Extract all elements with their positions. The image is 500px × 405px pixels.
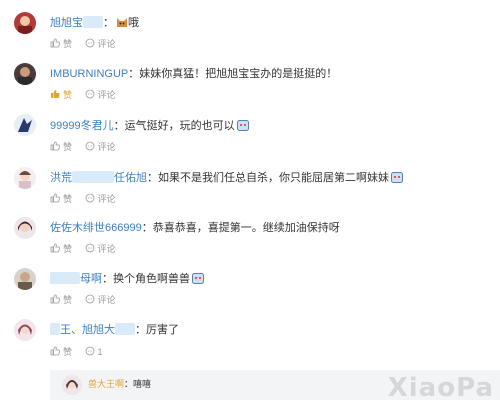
avatar[interactable] <box>62 375 82 395</box>
comment-text: 厉害了 <box>146 324 179 336</box>
like-button[interactable]: 赞 <box>50 193 72 205</box>
comment-text: 哦 <box>128 17 139 29</box>
comment-username-tail[interactable]: 任佑旭 <box>114 172 147 184</box>
comment-username[interactable]: 佐佐木绯世666999 <box>50 222 142 234</box>
emoji-icon <box>236 120 249 131</box>
like-button[interactable]: 赞 <box>50 243 72 255</box>
comment-text: 妹妹你真猛！把旭旭宝宝办的是挺挺的！ <box>139 68 338 80</box>
thumbs-up-icon <box>50 243 60 253</box>
thumbs-up-icon <box>50 346 60 356</box>
redacted-text <box>50 323 60 335</box>
thumbs-up-icon <box>50 141 60 151</box>
comment-username[interactable]: 旭旭宝 <box>50 17 83 29</box>
comment-icon <box>85 294 94 304</box>
reply-username[interactable]: 兽大王啊 <box>88 379 124 389</box>
comment-username[interactable]: 99999冬君儿 <box>50 120 114 132</box>
like-button[interactable]: 赞 <box>50 38 72 50</box>
redacted-text <box>50 272 80 284</box>
comment-username[interactable]: 洪荒 <box>50 172 72 184</box>
like-button[interactable]: 赞 <box>50 141 72 153</box>
comment-icon <box>85 141 94 151</box>
like-button[interactable]: 赞 <box>50 89 72 101</box>
like-button[interactable]: 赞 <box>50 294 72 306</box>
avatar[interactable] <box>14 114 36 136</box>
thumbs-up-icon <box>51 90 60 98</box>
comment-text: 恭喜恭喜，喜提第一。继续加油保持呀 <box>152 222 340 234</box>
emoji-icon <box>391 172 403 183</box>
avatar[interactable] <box>14 319 36 341</box>
comment-username[interactable]: 王、旭旭大 <box>60 324 115 336</box>
cat-emoji-icon <box>116 17 128 28</box>
thumbs-up-icon <box>50 294 60 304</box>
comment-icon <box>85 89 94 99</box>
comment-text: 运气挺好，玩的也可以 <box>124 120 235 132</box>
watermark: XiaoPa <box>387 373 494 403</box>
thumbs-up-icon <box>50 38 60 48</box>
comment-text: 换个角色啊兽兽 <box>113 273 190 285</box>
comment-icon <box>85 193 94 203</box>
avatar[interactable] <box>14 63 36 85</box>
emoji-icon <box>192 273 204 284</box>
avatar[interactable] <box>14 268 36 290</box>
comment-button[interactable]: 评论 <box>85 243 116 255</box>
avatar[interactable] <box>14 12 36 34</box>
thumbs-up-icon <box>50 193 60 203</box>
avatar[interactable] <box>14 167 36 189</box>
comment-username[interactable]: IMBURNINGUP <box>50 68 128 80</box>
comment-button[interactable]: 评论 <box>85 141 116 153</box>
comment-button[interactable]: 评论 <box>85 89 116 101</box>
comment-button[interactable]: 评论 <box>85 294 116 306</box>
like-button[interactable]: 赞 <box>50 346 72 358</box>
comment-button[interactable]: 评论 <box>85 193 116 205</box>
comment-text: 如果不是我们任总自杀，你只能屈居第二啊妹妹 <box>158 172 389 184</box>
comment-icon <box>85 243 94 253</box>
comment-username[interactable]: 母啊 <box>80 273 102 285</box>
redacted-text <box>115 323 135 335</box>
redacted-text <box>83 16 103 28</box>
comment-button[interactable]: 评论 <box>85 38 116 50</box>
reply-text: 嘻嘻 <box>133 379 152 389</box>
redacted-text <box>72 171 114 183</box>
comment-icon <box>85 346 94 356</box>
avatar[interactable] <box>14 217 36 239</box>
comment-button[interactable]: 1 <box>85 346 103 358</box>
comment-icon <box>85 38 94 48</box>
